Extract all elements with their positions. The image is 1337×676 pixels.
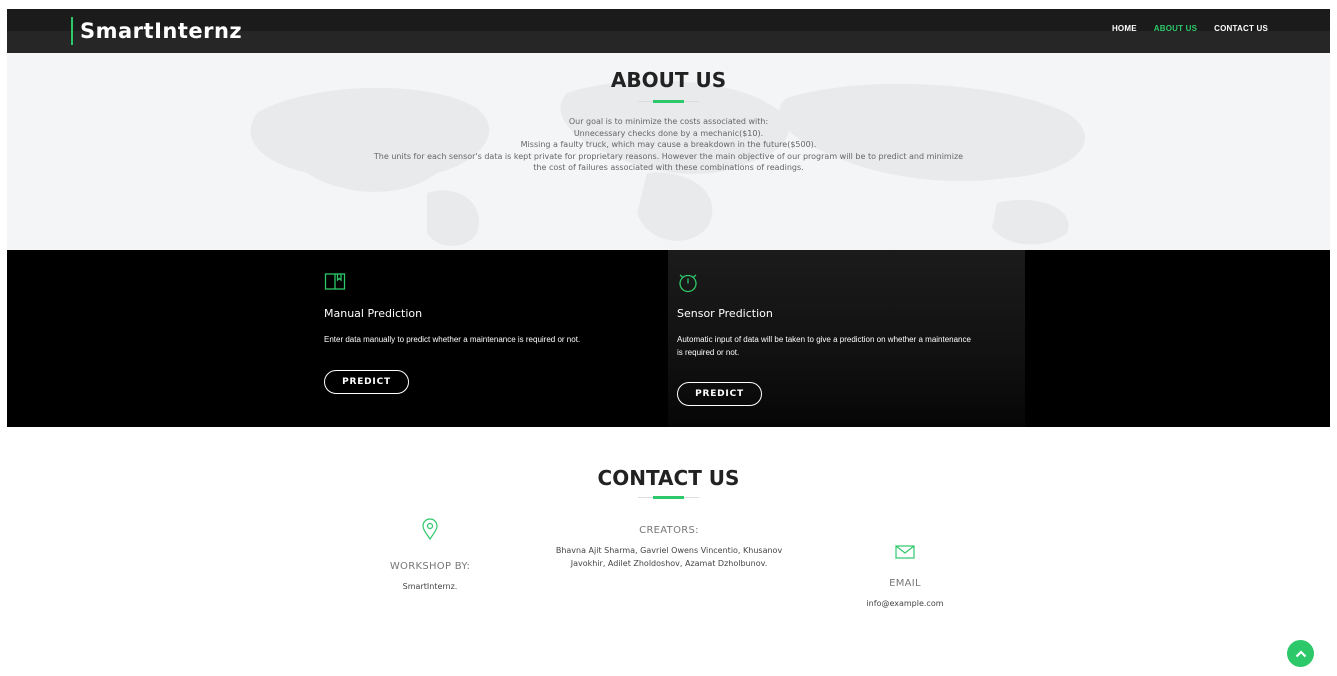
brand-logo[interactable]: SmartInternz: [71, 17, 242, 45]
about-line: the cost of failures associated with the…: [533, 163, 804, 172]
manual-prediction-title: Manual Prediction: [324, 307, 423, 320]
workshop-column: WORKSHOP BY: SmartInternz.: [360, 518, 500, 594]
about-title-underline: [638, 100, 699, 103]
stopwatch-icon: [679, 274, 697, 293]
about-line: The units for each sensor's data is kept…: [373, 151, 964, 161]
nav-link-about-us[interactable]: ABOUT US: [1154, 24, 1197, 33]
email-label: EMAIL: [889, 578, 921, 589]
services-section: Manual Prediction Enter data manually to…: [7, 250, 1330, 427]
page: SmartInternz HOME ABOUT US CONTACT US AB…: [7, 9, 1330, 676]
workshop-value: SmartInternz.: [402, 582, 458, 591]
sensor-prediction-description: Automatic input of data will be taken to…: [677, 335, 971, 357]
contact-section: CONTACT US WORKSHOP BY: SmartInternz. CR…: [7, 427, 1330, 676]
nav-menu: HOME ABOUT US CONTACT US: [1112, 24, 1268, 33]
about-title: ABOUT US: [610, 68, 727, 92]
nav-link-home[interactable]: HOME: [1112, 24, 1137, 33]
manual-prediction-card: Manual Prediction Enter data manually to…: [315, 250, 670, 427]
location-pin-icon: [422, 518, 438, 540]
sensor-prediction-title: Sensor Prediction: [677, 307, 773, 320]
about-section: ABOUT US Our goal is to minimize the cos…: [7, 53, 1330, 250]
nav-link-contact-us[interactable]: CONTACT US: [1214, 24, 1268, 33]
creators-value: Bhavna Ajit Sharma, Gavriel Owens Vincen…: [555, 546, 783, 568]
navbar: SmartInternz HOME ABOUT US CONTACT US: [7, 9, 1330, 53]
sensor-prediction-card: Sensor Prediction Automatic input of dat…: [668, 250, 1025, 427]
sensor-predict-button[interactable]: PREDICT: [677, 382, 762, 406]
about-line: Unnecessary checks done by a mechanic($1…: [573, 128, 764, 138]
manual-predict-button[interactable]: PREDICT: [324, 370, 409, 394]
about-description: Our goal is to minimize the costs associ…: [7, 116, 1330, 174]
about-line: Our goal is to minimize the costs associ…: [568, 117, 769, 126]
envelope-icon: [895, 545, 915, 559]
manual-prediction-description: Enter data manually to predict whether a…: [324, 335, 581, 344]
creators-column: CREATORS: Bhavna Ajit Sharma, Gavriel Ow…: [553, 525, 785, 570]
email-value[interactable]: info@example.com: [845, 598, 965, 611]
workshop-label: WORKSHOP BY:: [389, 561, 471, 572]
contact-title: CONTACT US: [597, 466, 740, 490]
book-icon: [324, 273, 346, 290]
about-line: Missing a faulty truck, which may cause …: [520, 140, 817, 149]
creators-label: CREATORS:: [639, 525, 699, 536]
email-column: EMAIL info@example.com: [845, 545, 965, 611]
contact-title-underline: [638, 496, 699, 499]
chevron-up-icon: [1295, 649, 1306, 657]
back-to-top-button[interactable]: [1287, 640, 1314, 667]
